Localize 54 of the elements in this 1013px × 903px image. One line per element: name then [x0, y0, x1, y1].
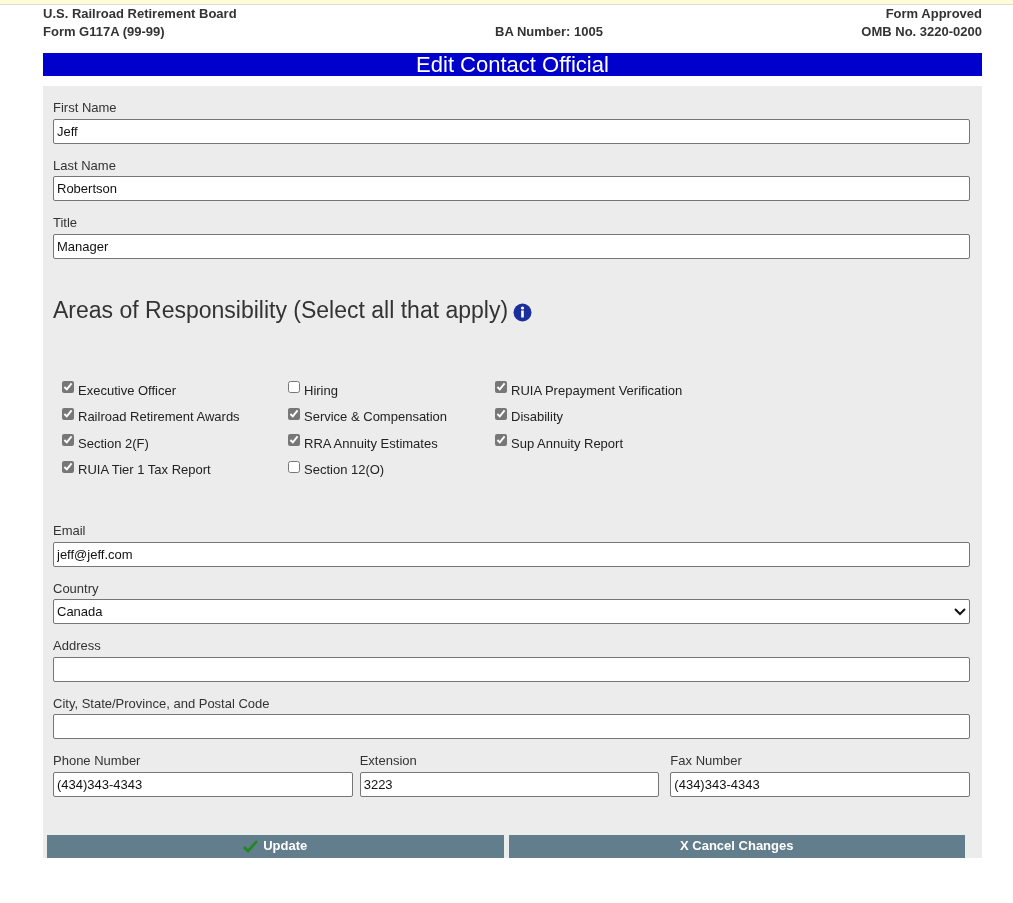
field-label: Title — [53, 214, 79, 232]
field-label: City, State/Province, and Postal Code — [53, 694, 271, 713]
input-field[interactable]: jeff@jeff.com — [53, 541, 970, 567]
checkbox-label: Sup Annuity Report — [511, 434, 624, 453]
checkbox[interactable] — [495, 381, 507, 394]
input-field[interactable]: 3223 — [359, 771, 660, 797]
field-label: Email — [53, 522, 87, 540]
input-field[interactable]: (434)343-4343 — [670, 771, 970, 797]
checkbox-label: Service & Compensation — [304, 408, 448, 426]
input-field[interactable]: Manager — [53, 233, 970, 259]
checkbox[interactable] — [62, 381, 74, 394]
field-label: Address — [53, 637, 102, 655]
checkbox-label: RUIA Prepayment Verification — [511, 381, 683, 400]
checkbox[interactable] — [288, 434, 300, 447]
checkbox[interactable] — [495, 434, 507, 447]
checkbox[interactable] — [288, 407, 300, 420]
form-number: Form G117A (99-99) — [43, 23, 166, 41]
checkbox[interactable] — [288, 460, 300, 473]
chevron-icon — [954, 607, 966, 616]
checkbox-label: Hiring — [304, 381, 338, 400]
ba-number: BA Number: 1005 — [495, 23, 603, 41]
input-field[interactable] — [53, 714, 970, 739]
info-icon[interactable] — [513, 303, 533, 323]
page-title: Edit Contact Official — [43, 53, 982, 76]
field-label: Extension — [359, 752, 418, 770]
field-label: Fax Number — [670, 752, 743, 770]
field-label: Phone Number — [53, 752, 142, 770]
checkbox[interactable] — [62, 460, 74, 473]
approval-text: Form Approved — [884, 5, 982, 23]
field-label: Country — [53, 579, 100, 598]
checkbox[interactable] — [495, 407, 507, 420]
section-heading: Areas of Responsibility (Select all that apply) — [53, 295, 509, 325]
checkbox-label: Section 2(F) — [78, 434, 149, 453]
checkbox-label: RUIA Tier 1 Tax Report — [78, 461, 211, 479]
input-field[interactable]: (434)343-4343 — [53, 771, 353, 797]
agency-name: U.S. Railroad Retirement Board — [43, 5, 237, 23]
checkbox-label: Section 12(O) — [304, 461, 385, 479]
checkbox-label: Railroad Retirement Awards — [78, 408, 240, 426]
checkbox-label: Disability — [511, 408, 563, 426]
field-label: First Name — [53, 99, 118, 117]
checkmark-icon — [243, 839, 260, 853]
field-label: Last Name — [53, 156, 117, 175]
input-field[interactable]: Robertson — [53, 176, 970, 201]
checkbox[interactable] — [288, 381, 300, 394]
country-select[interactable]: Canada — [53, 599, 970, 624]
checkbox[interactable] — [62, 407, 74, 420]
update-button[interactable]: Update — [47, 834, 504, 858]
omb-number: OMB No. 3220-0200 — [861, 23, 982, 41]
checkbox-label: RRA Annuity Estimates — [304, 434, 438, 453]
checkbox[interactable] — [62, 434, 74, 447]
input-field[interactable] — [53, 656, 970, 682]
cancel-button[interactable]: X Cancel Changes — [508, 834, 965, 858]
checkbox-label: Executive Officer — [78, 381, 177, 400]
input-field[interactable]: Jeff — [53, 118, 970, 144]
